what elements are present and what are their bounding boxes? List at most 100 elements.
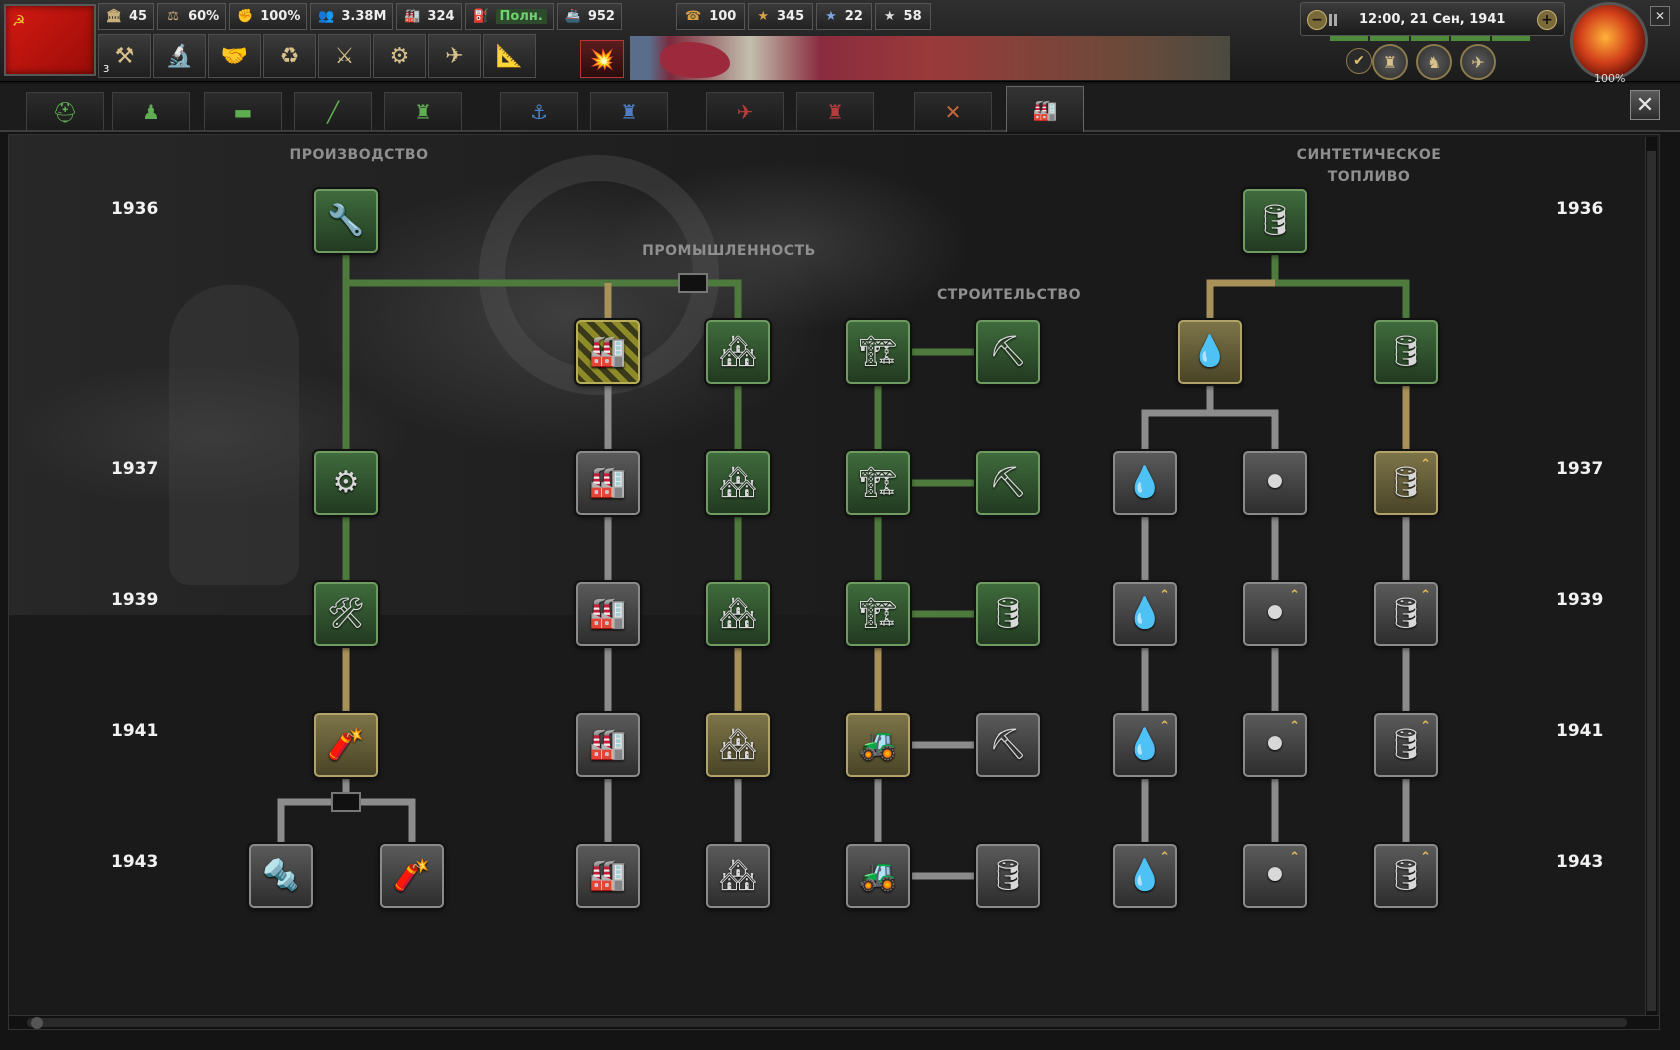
command-power-counter[interactable]: ★ 345: [748, 3, 814, 30]
air-doctrine-icon: ♜: [826, 99, 844, 124]
factories[interactable]: 🏭 324: [396, 3, 462, 30]
air-xp-counter[interactable]: ★ 58: [874, 3, 931, 30]
trade-button[interactable]: ♻: [263, 34, 316, 78]
check-button[interactable]: ✔: [1346, 48, 1372, 74]
tech-dispersed-industry[interactable]: 🏘: [706, 320, 770, 384]
industry-tech-tree: ПРОИЗВОДСТВО ПРОМЫШЛЕННОСТЬ СТРОИТЕЛЬСТВ…: [8, 134, 1660, 1030]
production-button[interactable]: ⚙: [373, 34, 426, 78]
tab-infantry[interactable]: ⛑: [26, 92, 104, 130]
war-support[interactable]: ✊ 100%: [229, 3, 308, 30]
intelligence-button[interactable]: 📐: [483, 34, 536, 78]
intel-counter[interactable]: ☎ 100: [676, 3, 746, 30]
tab-armor[interactable]: ▬: [204, 92, 282, 130]
air-button[interactable]: ✈: [1460, 44, 1496, 80]
streamlined-line-icon: 🧨: [393, 858, 431, 893]
upgrade-chevron-icon: ⌃: [1420, 719, 1431, 734]
tab-artillery[interactable]: ╱: [294, 92, 372, 130]
top-bar: ☭ 🏛 45 ⚖ 60% ✊ 100% 👥 3.38M 🏭 324 ⛽ Полн. 🚢 952…: [0, 0, 1680, 85]
vertical-scrollbar[interactable]: [1645, 137, 1657, 1027]
decrease-speed-button[interactable]: −: [1307, 10, 1327, 30]
army-button[interactable]: ♜: [1372, 44, 1408, 80]
tech-excavation-4[interactable]: ⛏: [976, 713, 1040, 777]
main-menu-bar: ⚒ 3 🔬 🤝 ♻ ⚔ ⚙ ✈ 📐: [98, 34, 536, 78]
tech-dispersed-industry-5[interactable]: 🏘: [706, 844, 770, 908]
tech-rubber-processing[interactable]: ⚫: [1243, 451, 1307, 515]
war-alert-button[interactable]: 💥: [580, 40, 624, 78]
tech-flexible-line[interactable]: 🔩: [249, 844, 313, 908]
tech-streamlined-line[interactable]: 🧨: [380, 844, 444, 908]
tech-concentrated-industry-5[interactable]: 🏭: [576, 844, 640, 908]
tech-oil-processing[interactable]: 💧: [1113, 451, 1177, 515]
tech-rubber-processing-2[interactable]: ⚫ ⌃: [1243, 582, 1307, 646]
concentrated-industry-4-icon: 🏭: [589, 727, 627, 762]
tab-naval[interactable]: ⚓: [500, 92, 578, 130]
world-tension-globe[interactable]: [1570, 2, 1648, 80]
tech-dispersed-industry-2[interactable]: 🏘: [706, 451, 770, 515]
tech-construction-1[interactable]: 🏗: [846, 320, 910, 384]
tech-construction-2[interactable]: 🏗: [846, 451, 910, 515]
tech-fuel-refining-4[interactable]: 🛢 ⌃: [1374, 713, 1438, 777]
tech-excavation-5[interactable]: 🛢: [976, 844, 1040, 908]
category-synthetic-fuel-2: ТОПЛИВО: [1327, 169, 1411, 185]
horizontal-scrollbar[interactable]: [9, 1015, 1659, 1029]
tech-construction-5[interactable]: 🚜: [846, 844, 910, 908]
tech-improved-machine-tools[interactable]: ⚙: [314, 451, 378, 515]
tech-fuel-refining[interactable]: 🛢: [1374, 320, 1438, 384]
concentrated-industry-5-icon: 🏭: [589, 858, 627, 893]
fuel[interactable]: ⛽ Полн.: [464, 3, 554, 30]
mini-close-button[interactable]: ✕: [1650, 6, 1670, 26]
tech-concentrated-industry-4[interactable]: 🏭: [576, 713, 640, 777]
tech-dispersed-industry-3[interactable]: 🏘: [706, 582, 770, 646]
convoys-icon: 🚢: [564, 9, 581, 24]
stability[interactable]: ⚖ 60%: [157, 3, 227, 30]
world-map[interactable]: [630, 36, 1230, 80]
increase-speed-button[interactable]: +: [1537, 10, 1557, 30]
tech-fuel-refining-2[interactable]: 🛢 ⌃: [1374, 451, 1438, 515]
tech-advanced-machine-tools[interactable]: 🛠: [314, 582, 378, 646]
excavation-3-icon: 🛢: [988, 596, 1028, 631]
tech-assembly-line-production[interactable]: 🧨: [314, 713, 378, 777]
tech-fuel-refining-3[interactable]: 🛢 ⌃: [1374, 582, 1438, 646]
tab-naval-doctrine[interactable]: ♜: [590, 92, 668, 130]
tech-fuel-refining-5[interactable]: 🛢 ⌃: [1374, 844, 1438, 908]
tech-concentrated-industry-3[interactable]: 🏭: [576, 582, 640, 646]
tab-support[interactable]: ♟: [112, 92, 190, 130]
tab-electronics[interactable]: ✕: [914, 92, 992, 130]
navy-xp-counter[interactable]: ★ 22: [816, 3, 872, 30]
construction-button[interactable]: ⚔: [318, 34, 371, 78]
decisions-button[interactable]: ⚒ 3: [98, 34, 151, 78]
tech-concentrated-industry-2[interactable]: 🏭: [576, 451, 640, 515]
tab-industry[interactable]: 🏭: [1006, 86, 1084, 132]
tech-oil-processing-2[interactable]: 💧 ⌃: [1113, 582, 1177, 646]
cavalry-button[interactable]: ♞: [1416, 44, 1452, 80]
tab-land-doctrine[interactable]: ♜: [384, 92, 462, 130]
convoys[interactable]: 🚢 952: [556, 3, 622, 30]
tech-excavation-1[interactable]: ⛏: [976, 320, 1040, 384]
dispersed-industry-3-icon: 🏘: [718, 596, 758, 631]
manpower[interactable]: 👥 3.38M: [310, 3, 394, 30]
exclusive-branch-marker: [331, 792, 361, 812]
political-power[interactable]: 🏛 45: [98, 3, 155, 30]
tech-construction-4[interactable]: 🚜: [846, 713, 910, 777]
tech-rubber-processing-4[interactable]: ⚫ ⌃: [1243, 844, 1307, 908]
tech-rubber-processing-3[interactable]: ⚫ ⌃: [1243, 713, 1307, 777]
diplomacy-button[interactable]: 🤝: [208, 34, 261, 78]
tab-air-doctrine[interactable]: ♜: [796, 92, 874, 130]
logistics-button[interactable]: ✈: [428, 34, 481, 78]
tech-oil-processing-3[interactable]: 💧 ⌃: [1113, 713, 1177, 777]
tech-synthetic-oil[interactable]: 💧: [1178, 320, 1242, 384]
tech-concentrated-industry[interactable]: 🏭: [576, 320, 640, 384]
tech-dispersed-industry-4[interactable]: 🏘: [706, 713, 770, 777]
country-flag[interactable]: ☭: [4, 4, 96, 76]
construction-4-icon: 🚜: [859, 727, 897, 762]
tech-basic-machine-tools[interactable]: 🔧: [314, 189, 378, 253]
research-button[interactable]: 🔬: [153, 34, 206, 78]
close-button[interactable]: ✕: [1630, 90, 1660, 120]
tech-excavation-2[interactable]: ⛏: [976, 451, 1040, 515]
tech-excavation-3[interactable]: 🛢: [976, 582, 1040, 646]
tech-oil-processing-4[interactable]: 💧 ⌃: [1113, 844, 1177, 908]
tech-fuel-storage[interactable]: 🛢: [1243, 189, 1307, 253]
tab-air[interactable]: ✈: [706, 92, 784, 130]
tech-construction-3[interactable]: 🏗: [846, 582, 910, 646]
speed-indicator: [1329, 14, 1337, 26]
